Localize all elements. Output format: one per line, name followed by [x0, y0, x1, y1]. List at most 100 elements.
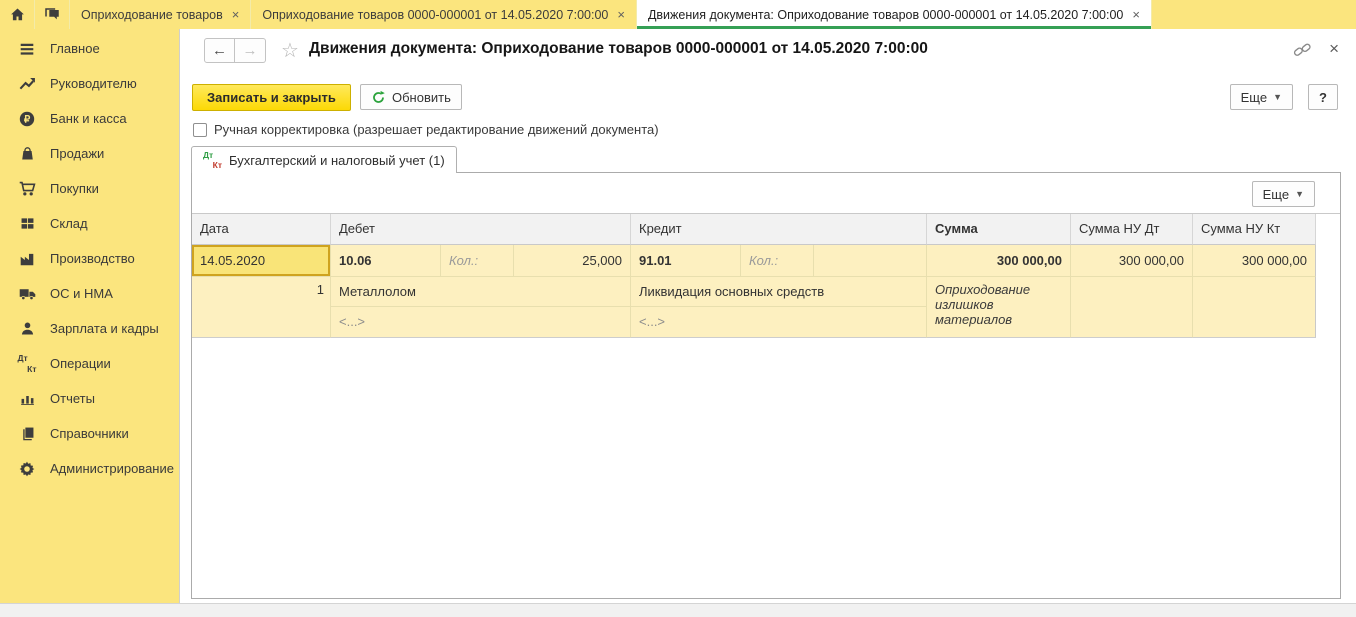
sidebar-item-operations[interactable]: ДтКт Операции [0, 346, 179, 381]
tab-close-icon[interactable]: × [232, 7, 240, 22]
sidebar-item-purchases[interactable]: Покупки [0, 171, 179, 206]
table-header-filler [1316, 214, 1340, 245]
sidebar-item-directories[interactable]: Справочники [0, 416, 179, 451]
sidebar-item-bank-cash[interactable]: ₽ Банк и касса [0, 101, 179, 136]
help-button[interactable]: ? [1308, 84, 1338, 110]
table-more-button[interactable]: Еще ▼ [1252, 181, 1315, 207]
sidebar-item-label: Операции [50, 356, 111, 371]
refresh-button[interactable]: Обновить [360, 84, 462, 110]
cell-amount-nu-dt-extra[interactable] [1071, 277, 1193, 338]
sidebar-item-label: Справочники [50, 426, 129, 441]
ruble-coin-icon: ₽ [17, 109, 37, 129]
sidebar-item-warehouse[interactable]: Склад [0, 206, 179, 241]
menu-icon [17, 39, 37, 59]
cell-credit-subconto1[interactable]: Ликвидация основных средств [631, 277, 927, 307]
sidebar-item-label: Покупки [50, 181, 99, 196]
page-title: Движения документа: Оприходование товаро… [309, 40, 928, 58]
sidebar-item-label: Производство [50, 251, 135, 266]
books-icon [17, 424, 37, 444]
status-bar [0, 603, 1356, 617]
column-header-amount[interactable]: Сумма [927, 214, 1071, 245]
topbar-tab-document-movements[interactable]: Движения документа: Оприходование товаро… [637, 0, 1152, 29]
sidebar-item-salary-hr[interactable]: Зарплата и кадры [0, 311, 179, 346]
column-header-amount-nu-kt[interactable]: Сумма НУ Кт [1193, 214, 1316, 245]
cell-date[interactable]: 14.05.2020 [192, 245, 331, 277]
factory-icon [17, 249, 37, 269]
cell-credit-qty[interactable] [814, 245, 927, 277]
cell-credit-account[interactable]: 91.01 [631, 245, 741, 277]
sidebar-item-administration[interactable]: Администрирование [0, 451, 179, 486]
top-tab-bar: Оприходование товаров × Оприходование то… [0, 0, 1356, 29]
trend-up-icon [17, 74, 37, 94]
manual-correction-row: Ручная корректировка (разрешает редактир… [193, 122, 659, 137]
sidebar: Главное Руководителю ₽ Банк и касса Прод… [0, 29, 180, 603]
home-button[interactable] [0, 0, 35, 29]
bar-chart-icon [17, 389, 37, 409]
sidebar-item-reports[interactable]: Отчеты [0, 381, 179, 416]
manual-correction-checkbox[interactable] [193, 123, 207, 137]
cell-debit-subconto2[interactable]: <...> [331, 307, 631, 338]
cell-amount-note[interactable]: Оприходование излишков материалов [927, 277, 1071, 338]
sidebar-item-fixed-assets[interactable]: ОС и НМА [0, 276, 179, 311]
tab-close-icon[interactable]: × [617, 7, 625, 22]
cell-debit-qty[interactable]: 25,000 [514, 245, 631, 277]
topbar-tab-goods-receipt-list[interactable]: Оприходование товаров × [70, 0, 251, 29]
discussions-button[interactable] [35, 0, 70, 29]
shopping-bag-icon [17, 144, 37, 164]
postings-table: Дата Дебет Кредит Сумма Сумма НУ Дт Сумм… [192, 213, 1340, 338]
tab-accounting-tax-records[interactable]: ДтКт Бухгалтерский и налоговый учет (1) [191, 146, 457, 173]
column-header-credit[interactable]: Кредит [631, 214, 927, 245]
cell-debit-account[interactable]: 10.06 [331, 245, 441, 277]
back-button[interactable]: ← [204, 38, 235, 63]
more-actions-button[interactable]: Еще ▼ [1230, 84, 1293, 110]
column-header-date[interactable]: Дата [192, 214, 331, 245]
window-close-icon[interactable]: × [1329, 39, 1339, 59]
cell-row-number[interactable]: 1 [192, 277, 331, 338]
table-row: 14.05.2020 10.06 Кол.: 25,000 91.01 Кол.… [192, 245, 1316, 338]
cell-amount-nu-kt[interactable]: 300 000,00 [1193, 245, 1316, 277]
tab-close-icon[interactable]: × [1132, 7, 1140, 22]
blocks-grid-icon [17, 214, 37, 234]
favorite-star-icon[interactable]: ☆ [281, 38, 299, 63]
history-nav-group: ← → [204, 38, 266, 63]
sidebar-item-main[interactable]: Главное [0, 31, 179, 66]
cell-credit-qty-label[interactable]: Кол.: [741, 245, 814, 277]
get-link-icon[interactable] [1293, 42, 1312, 58]
topbar-filler [1152, 0, 1356, 29]
sidebar-item-sales[interactable]: Продажи [0, 136, 179, 171]
sidebar-item-label: Продажи [50, 146, 104, 161]
sidebar-item-label: Главное [50, 41, 100, 56]
column-header-amount-nu-dt[interactable]: Сумма НУ Дт [1071, 214, 1193, 245]
main-content: ← → ☆ Движения документа: Оприходование … [181, 29, 1356, 603]
save-and-close-button[interactable]: Записать и закрыть [192, 84, 351, 111]
forward-button[interactable]: → [235, 38, 266, 63]
sidebar-item-label: Администрирование [50, 461, 174, 476]
svg-text:₽: ₽ [24, 114, 31, 125]
forward-arrow-icon: → [243, 42, 258, 59]
column-header-debit[interactable]: Дебет [331, 214, 631, 245]
cell-credit-subconto2[interactable]: <...> [631, 307, 927, 338]
truck-icon [17, 284, 37, 304]
sidebar-item-label: Склад [50, 216, 88, 231]
home-icon [9, 6, 26, 23]
manual-correction-label: Ручная корректировка (разрешает редактир… [214, 122, 659, 137]
sidebar-item-label: Отчеты [50, 391, 95, 406]
sidebar-item-manager[interactable]: Руководителю [0, 66, 179, 101]
cell-debit-qty-label[interactable]: Кол.: [441, 245, 514, 277]
refresh-icon [371, 90, 386, 105]
sidebar-item-label: ОС и НМА [50, 286, 113, 301]
sidebar-item-label: Руководителю [50, 76, 137, 91]
sidebar-item-label: Банк и касса [50, 111, 127, 126]
cell-amount-nu-dt[interactable]: 300 000,00 [1071, 245, 1193, 277]
cell-amount-nu-kt-extra[interactable] [1193, 277, 1316, 338]
gear-icon [17, 459, 37, 479]
cell-debit-subconto1[interactable]: Металлолом [331, 277, 631, 307]
records-tab-label: Бухгалтерский и налоговый учет (1) [229, 153, 445, 168]
sidebar-item-production[interactable]: Производство [0, 241, 179, 276]
cell-amount[interactable]: 300 000,00 [927, 245, 1071, 277]
sidebar-item-label: Зарплата и кадры [50, 321, 159, 336]
chat-bubbles-icon [43, 6, 61, 24]
topbar-tab-goods-receipt-document[interactable]: Оприходование товаров 0000-000001 от 14.… [251, 0, 637, 29]
table-header-row: Дата Дебет Кредит Сумма Сумма НУ Дт Сумм… [192, 214, 1340, 245]
tab-label: Оприходование товаров [81, 8, 223, 22]
